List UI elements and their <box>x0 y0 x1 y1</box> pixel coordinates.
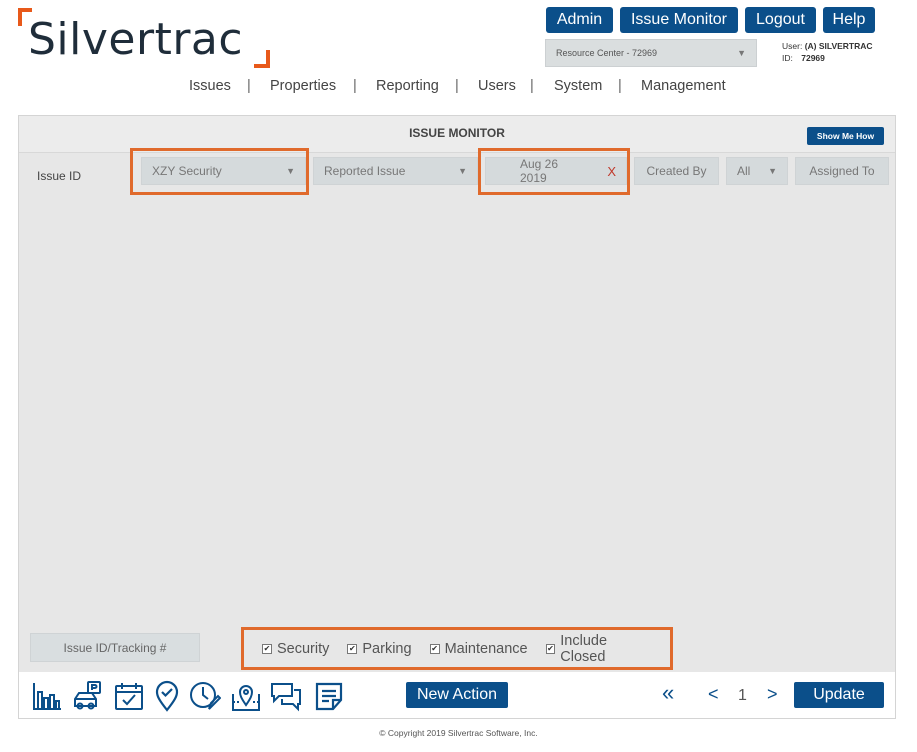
tracking-placeholder: Issue ID/Tracking # <box>63 640 167 655</box>
update-button[interactable]: Update <box>794 682 884 708</box>
location-pin-icon[interactable] <box>151 680 183 712</box>
maintenance-checkbox[interactable]: ✔ Maintenance <box>429 640 528 657</box>
notes-icon[interactable] <box>313 680 345 712</box>
nav-separator: | <box>530 78 534 94</box>
category-checkboxes: ✔ Security ✔ Parking ✔ Maintenance ✔ Include… <box>241 627 673 670</box>
nav-separator: | <box>353 78 357 94</box>
user-label: User: <box>782 41 803 51</box>
parking-label: Parking <box>362 640 412 657</box>
chevron-down-icon: ▼ <box>768 166 777 176</box>
date-field[interactable]: Aug 26 2019 X <box>485 157 627 185</box>
map-pin-icon[interactable] <box>230 680 262 712</box>
chevron-down-icon: ▼ <box>737 48 746 58</box>
nav-reporting[interactable]: Reporting <box>376 78 439 94</box>
issue-monitor-button[interactable]: Issue Monitor <box>620 7 738 33</box>
chevron-down-icon: ▼ <box>458 166 467 176</box>
assigned-to-placeholder: Assigned To <box>809 164 875 178</box>
show-me-how-button[interactable]: Show Me How <box>807 127 884 145</box>
user-value: (A) SILVERTRAC <box>804 41 873 51</box>
checkbox-checked-icon[interactable]: ✔ <box>545 643 556 654</box>
include-closed-label: Include Closed <box>560 632 608 665</box>
nav-management[interactable]: Management <box>641 78 726 94</box>
nav-properties[interactable]: Properties <box>270 78 336 94</box>
nav-separator: | <box>247 78 251 94</box>
silvertrac-logo: Silvertrac <box>28 14 244 65</box>
resource-center-select[interactable]: Resource Center - 72969 ▼ <box>545 39 757 67</box>
next-page-icon[interactable]: > <box>767 684 778 705</box>
admin-button[interactable]: Admin <box>546 7 613 33</box>
clear-date-icon[interactable]: X <box>607 164 616 179</box>
tracking-search-input[interactable]: Issue ID/Tracking # <box>30 633 200 662</box>
parking-car-icon[interactable] <box>72 680 104 712</box>
new-action-button[interactable]: New Action <box>406 682 508 708</box>
assigned-to-field[interactable]: Assigned To <box>795 157 889 185</box>
issue-id-label: Issue ID <box>37 169 82 183</box>
page-title: ISSUE MONITOR <box>409 126 505 140</box>
status-select[interactable]: All ▼ <box>726 157 788 185</box>
copyright-text: © Copyright 2019 Silvertrac Software, In… <box>379 728 538 738</box>
user-info: User: (A) SILVERTRAC ID: 72969 <box>782 40 873 64</box>
checkbox-checked-icon[interactable]: ✔ <box>347 643 358 654</box>
id-label: ID: <box>782 53 793 63</box>
resource-center-value: Resource Center - 72969 <box>556 48 658 58</box>
first-page-icon[interactable]: « <box>662 680 674 706</box>
nav-separator: | <box>455 78 459 94</box>
include-closed-checkbox[interactable]: ✔ Include Closed <box>545 632 652 665</box>
nav-issues[interactable]: Issues <box>189 78 231 94</box>
issue-type-select[interactable]: Reported Issue ▼ <box>313 157 478 185</box>
status-select-value: All <box>737 164 751 178</box>
nav-system[interactable]: System <box>554 78 602 94</box>
issue-type-value: Reported Issue <box>324 164 406 178</box>
id-value: 72969 <box>801 53 825 63</box>
company-select-value: XZY Security <box>152 164 222 178</box>
calendar-check-icon[interactable] <box>113 680 145 712</box>
chat-bubbles-icon[interactable] <box>270 680 302 712</box>
nav-separator: | <box>618 78 622 94</box>
maintenance-label: Maintenance <box>444 640 528 657</box>
created-by-placeholder: Created By <box>646 164 707 178</box>
page-number: 1 <box>738 687 747 704</box>
help-button[interactable]: Help <box>823 7 875 33</box>
nav-users[interactable]: Users <box>478 78 516 94</box>
security-label: Security <box>277 640 330 657</box>
checkbox-checked-icon[interactable]: ✔ <box>262 643 272 654</box>
created-by-field[interactable]: Created By <box>634 157 719 185</box>
company-select[interactable]: XZY Security ▼ <box>141 157 306 185</box>
security-checkbox[interactable]: ✔ Security <box>262 641 329 657</box>
chevron-down-icon: ▼ <box>286 166 295 176</box>
logo-bracket-bottom-right <box>254 50 270 68</box>
clock-edit-icon[interactable] <box>189 680 221 712</box>
date-value: Aug 26 2019 <box>520 157 559 185</box>
parking-checkbox[interactable]: ✔ Parking <box>347 640 412 657</box>
bar-chart-icon[interactable] <box>31 680 63 712</box>
checkbox-checked-icon[interactable]: ✔ <box>429 643 440 654</box>
logout-button[interactable]: Logout <box>745 7 816 33</box>
prev-page-icon[interactable]: < <box>708 684 719 705</box>
